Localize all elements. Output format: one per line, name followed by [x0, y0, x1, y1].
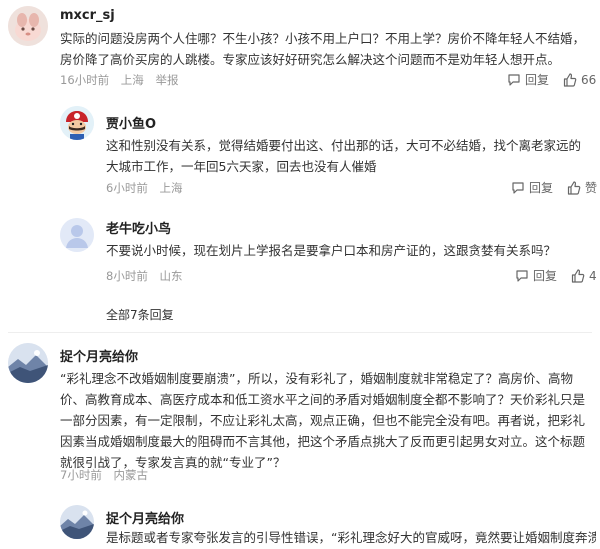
comment-actions: 回复 赞: [511, 179, 597, 196]
comment-meta: 6小时前 上海: [106, 180, 190, 196]
report-link[interactable]: 举报: [155, 73, 178, 87]
username[interactable]: 捉个月亮给你: [106, 508, 184, 527]
location: 内蒙古: [113, 468, 148, 482]
timestamp: 8小时前: [106, 269, 148, 283]
comment-text: 实际的问题没房两个人住哪？不生小孩？小孩不用上户口？不用上学？房价不降年轻人不结…: [60, 31, 586, 67]
reply-button[interactable]: 回复: [507, 71, 549, 88]
divider: [8, 332, 592, 333]
reply-label: 回复: [525, 73, 550, 87]
reply-label: 回复: [529, 181, 554, 195]
comment-text: 是标题或者专家夸张发言的引导性错误，“彩礼理念好大的官威呀，竟然要让婚姻制度奔溃: [106, 530, 596, 545]
timestamp: 7小时前: [60, 468, 102, 482]
username[interactable]: mxcr_sj: [60, 8, 115, 23]
like-count: 4: [589, 268, 597, 283]
username[interactable]: 贾小鱼O: [106, 113, 156, 132]
reply-label: 回复: [533, 269, 558, 283]
avatar[interactable]: [8, 343, 48, 383]
comment-actions: 回复 66: [507, 71, 596, 88]
timestamp: 16小时前: [60, 73, 110, 87]
like-count: 赞: [585, 181, 598, 195]
comment-actions: 回复 4: [515, 267, 597, 284]
speech-bubble-icon: [512, 181, 524, 194]
comment-text: 这和性别没有关系，觉得结婚要付出这、付出那的话，大可不必结婚，找个离老家远的大城…: [106, 138, 582, 174]
view-all-replies-link[interactable]: 全部7条回复: [106, 306, 174, 323]
avatar[interactable]: [8, 6, 48, 46]
username[interactable]: 老牛吃小鸟: [106, 218, 171, 237]
location: 上海: [159, 181, 183, 195]
username[interactable]: 捉个月亮给你: [60, 346, 138, 365]
comment-text: 不要说小时候，现在划片上学报名是要拿户口本和房产证的，这跟贪婪有关系吗？: [106, 243, 557, 258]
comment-text: “彩礼理念不改婚姻制度要崩溃”，所以，没有彩礼了，婚姻制度就非常稳定了？高房价、…: [60, 371, 586, 470]
comment-meta: 8小时前 山东: [106, 268, 190, 284]
like-button[interactable]: 4: [571, 269, 597, 283]
comment-meta: 7小时前 内蒙古: [60, 467, 156, 483]
comment-meta: 16小时前 上海 举报: [60, 72, 186, 88]
like-count: 66: [581, 72, 597, 87]
timestamp: 6小时前: [106, 181, 148, 195]
location: 山东: [159, 269, 183, 283]
thumbs-up-icon: [571, 268, 585, 283]
like-button[interactable]: 66: [563, 73, 596, 87]
location: 上海: [120, 73, 144, 87]
thumbs-up-icon: [567, 180, 581, 195]
avatar[interactable]: [60, 218, 94, 252]
speech-bubble-icon: [508, 73, 520, 86]
thumbs-up-icon: [563, 72, 577, 87]
like-button[interactable]: 赞: [567, 179, 597, 196]
avatar[interactable]: [60, 106, 94, 140]
speech-bubble-icon: [516, 269, 528, 282]
reply-button[interactable]: 回复: [515, 267, 557, 284]
avatar[interactable]: [60, 505, 94, 539]
reply-button[interactable]: 回复: [511, 179, 553, 196]
